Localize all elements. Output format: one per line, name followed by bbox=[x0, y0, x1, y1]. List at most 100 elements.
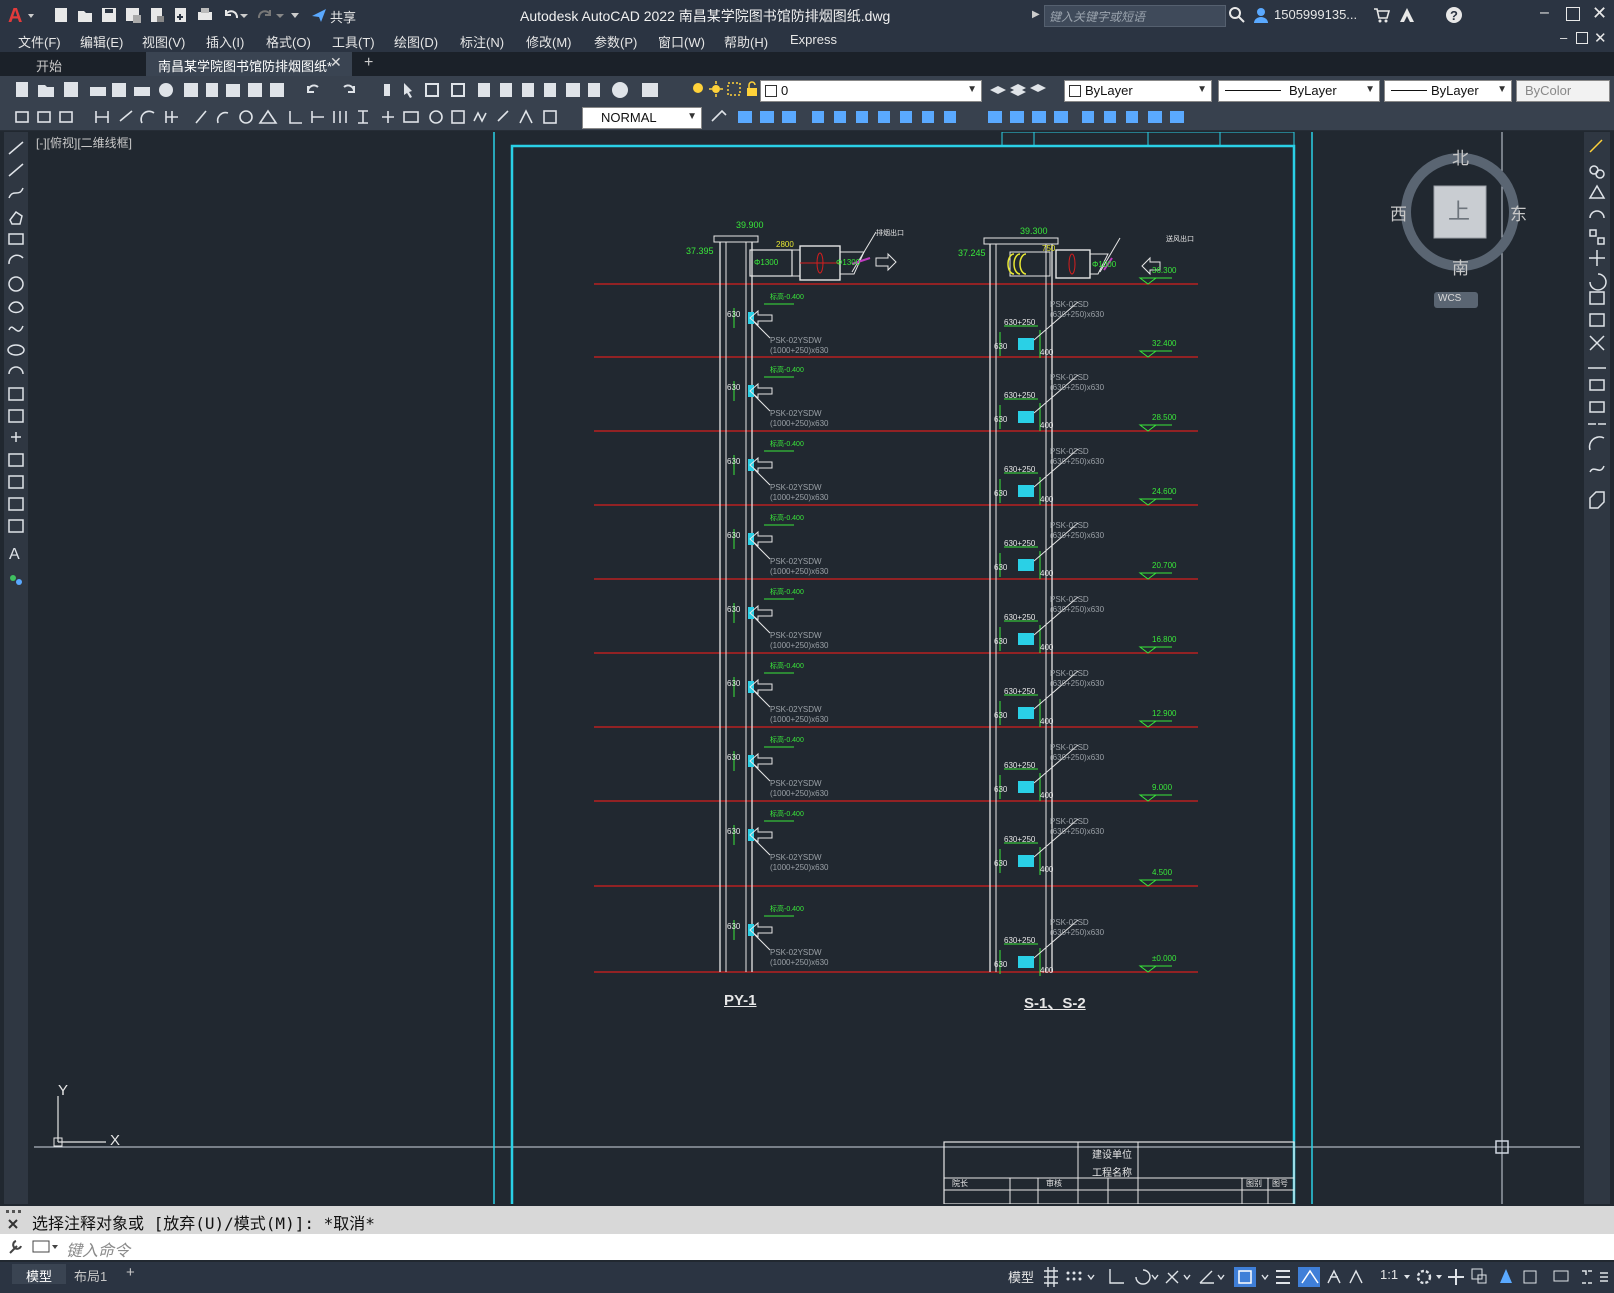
left-fan-size-1: Φ1300 bbox=[754, 258, 779, 267]
leader-line bbox=[753, 933, 771, 951]
menu-draw[interactable]: 绘图(D) bbox=[394, 32, 438, 51]
undo-dropdown-icon[interactable] bbox=[240, 6, 248, 24]
plot-icon[interactable] bbox=[196, 6, 214, 24]
search-input[interactable]: 键入关键字或短语 bbox=[1044, 5, 1226, 27]
layer-dropdown[interactable]: 0 ▼ bbox=[760, 80, 982, 102]
cad-drawing bbox=[34, 132, 1580, 1204]
close-tab-icon[interactable]: ✕ bbox=[330, 54, 342, 71]
damper-model-right: PSK-02SD bbox=[1050, 595, 1089, 604]
dim-400-right: 400 bbox=[1040, 966, 1054, 975]
close-window-icon[interactable]: ✕ bbox=[1592, 3, 1607, 24]
menu-parametric[interactable]: 参数(P) bbox=[594, 32, 637, 51]
status-icons[interactable] bbox=[1040, 1265, 1380, 1289]
menu-express[interactable]: Express bbox=[790, 32, 837, 47]
menu-view[interactable]: 视图(V) bbox=[142, 32, 185, 51]
layer-tools-icons[interactable] bbox=[988, 80, 1048, 100]
save-web-icon[interactable] bbox=[172, 6, 190, 24]
model-space-button[interactable]: 模型 bbox=[1008, 1267, 1034, 1286]
add-layout-button[interactable]: + bbox=[126, 1264, 135, 1281]
viewcube-south[interactable]: 南 bbox=[1452, 254, 1469, 279]
damper-size-right: (630+250)x630 bbox=[1050, 827, 1105, 836]
menu-insert[interactable]: 插入(I) bbox=[206, 32, 244, 51]
lineweight-dropdown[interactable]: ByLayer ▼ bbox=[1384, 80, 1512, 102]
grille-size-right: 630+250 bbox=[1004, 761, 1036, 770]
new-file-icon[interactable] bbox=[52, 6, 70, 24]
new-tab-button[interactable]: + bbox=[364, 54, 373, 72]
grille-size-right: 630+250 bbox=[1004, 936, 1036, 945]
tab-layout1[interactable]: 布局1 bbox=[68, 1264, 124, 1284]
modify-side-toolbar bbox=[1584, 132, 1610, 1204]
autodesk-app-icon[interactable] bbox=[1398, 6, 1416, 24]
open-file-icon[interactable] bbox=[76, 6, 94, 24]
menu-tools[interactable]: 工具(T) bbox=[332, 32, 375, 51]
menu-window[interactable]: 窗口(W) bbox=[658, 32, 705, 51]
linetype-dropdown[interactable]: ByLayer ▼ bbox=[1218, 80, 1380, 102]
doc-minimize-icon[interactable]: – bbox=[1560, 30, 1567, 45]
menu-file[interactable]: 文件(F) bbox=[18, 32, 61, 51]
system-label-right: S-1、S-2 bbox=[1024, 995, 1086, 1012]
tab-start[interactable]: 开始 bbox=[6, 52, 146, 76]
tab-drawing[interactable]: 南昌某学院图书馆防排烟图纸* ✕ bbox=[146, 52, 352, 76]
menu-dimension[interactable]: 标注(N) bbox=[460, 32, 504, 51]
duct-dim-left: 630 bbox=[727, 383, 741, 392]
share-icon[interactable] bbox=[310, 6, 328, 24]
user-name[interactable]: 1505999135... bbox=[1274, 7, 1357, 22]
viewcube-west[interactable]: 西 bbox=[1390, 200, 1407, 225]
damper-size-left: (1000+250)x630 bbox=[770, 958, 829, 967]
ucs-y-label: Y bbox=[58, 1082, 69, 1099]
text-style-dropdown[interactable]: NORMAL ▼ bbox=[582, 107, 702, 129]
maximize-window-icon[interactable] bbox=[1566, 7, 1580, 21]
doc-restore-icon[interactable] bbox=[1576, 32, 1588, 44]
minimize-window-icon[interactable]: – bbox=[1540, 4, 1549, 22]
right-outlet-note: 送风出口 bbox=[1166, 236, 1194, 243]
viewcube-top-face[interactable]: 上 bbox=[1448, 194, 1470, 226]
command-grip-icon[interactable] bbox=[4, 1208, 26, 1232]
damper-size-left: (1000+250)x630 bbox=[770, 493, 829, 502]
color-dropdown[interactable]: ByLayer ▼ bbox=[1064, 80, 1212, 102]
command-history: 选择注释对象或 [放弃(U)/模式(M)]: *取消* bbox=[0, 1206, 1614, 1234]
dim-400-right: 400 bbox=[1040, 495, 1054, 504]
wcs-menu-button[interactable]: WCS bbox=[1434, 292, 1478, 308]
annotation-scale[interactable]: 1:1 bbox=[1380, 1267, 1398, 1282]
viewcube-east[interactable]: 东 bbox=[1510, 200, 1527, 225]
redo-dropdown-icon[interactable] bbox=[276, 6, 284, 24]
title-block-head: 院长 bbox=[952, 1179, 968, 1188]
menu-help[interactable]: 帮助(H) bbox=[724, 32, 768, 51]
doc-close-icon[interactable]: ✕ bbox=[1594, 29, 1607, 47]
grille-size-right: 630+250 bbox=[1004, 687, 1036, 696]
app-logo-icon[interactable]: A bbox=[6, 4, 36, 27]
menu-format[interactable]: 格式(O) bbox=[266, 32, 311, 51]
layer-bulb-icon[interactable] bbox=[690, 80, 706, 98]
command-input[interactable]: 键入命令 bbox=[0, 1234, 1614, 1260]
leader-line bbox=[753, 616, 771, 634]
cart-icon[interactable] bbox=[1372, 6, 1391, 24]
user-icon[interactable] bbox=[1252, 6, 1270, 24]
open-web-icon[interactable] bbox=[148, 6, 166, 24]
help-icon[interactable]: ? bbox=[1444, 5, 1464, 25]
smoke-damper bbox=[748, 755, 754, 767]
save-icon[interactable] bbox=[100, 6, 118, 24]
drawing-area[interactable]: [-][俯视][二维线框] 建设单位 工程名称 院长 审核 图别 图号 PY-1 bbox=[34, 132, 1580, 1204]
menu-edit[interactable]: 编辑(E) bbox=[80, 32, 123, 51]
layer-sun-icon[interactable] bbox=[708, 80, 724, 98]
redo-icon[interactable] bbox=[256, 6, 274, 24]
recent-commands-icon[interactable] bbox=[32, 1239, 60, 1255]
layer-viewport-freeze-icon[interactable] bbox=[726, 80, 742, 98]
title-block-project: 工程名称 bbox=[1092, 1168, 1132, 1179]
viewcube-north[interactable]: 北 bbox=[1452, 144, 1469, 169]
save-as-icon[interactable] bbox=[124, 6, 142, 24]
menu-modify[interactable]: 修改(M) bbox=[526, 32, 572, 51]
svg-text:?: ? bbox=[1450, 8, 1458, 23]
tab-model[interactable]: 模型 bbox=[12, 1264, 66, 1284]
customize-wrench-icon[interactable] bbox=[6, 1238, 24, 1256]
duct-dim-left: 630 bbox=[727, 605, 741, 614]
search-expand-icon[interactable]: ▶ bbox=[1032, 9, 1040, 20]
customize-qat-icon[interactable] bbox=[290, 6, 300, 24]
search-icon[interactable] bbox=[1228, 6, 1246, 24]
undo-icon[interactable] bbox=[222, 6, 240, 24]
title-block-unit: 建设单位 bbox=[1092, 1150, 1132, 1161]
status-right-icons[interactable] bbox=[1404, 1265, 1610, 1289]
smoke-damper bbox=[748, 312, 754, 324]
share-button[interactable]: 共享 bbox=[330, 7, 356, 26]
layer-lock-icon[interactable] bbox=[744, 80, 760, 98]
